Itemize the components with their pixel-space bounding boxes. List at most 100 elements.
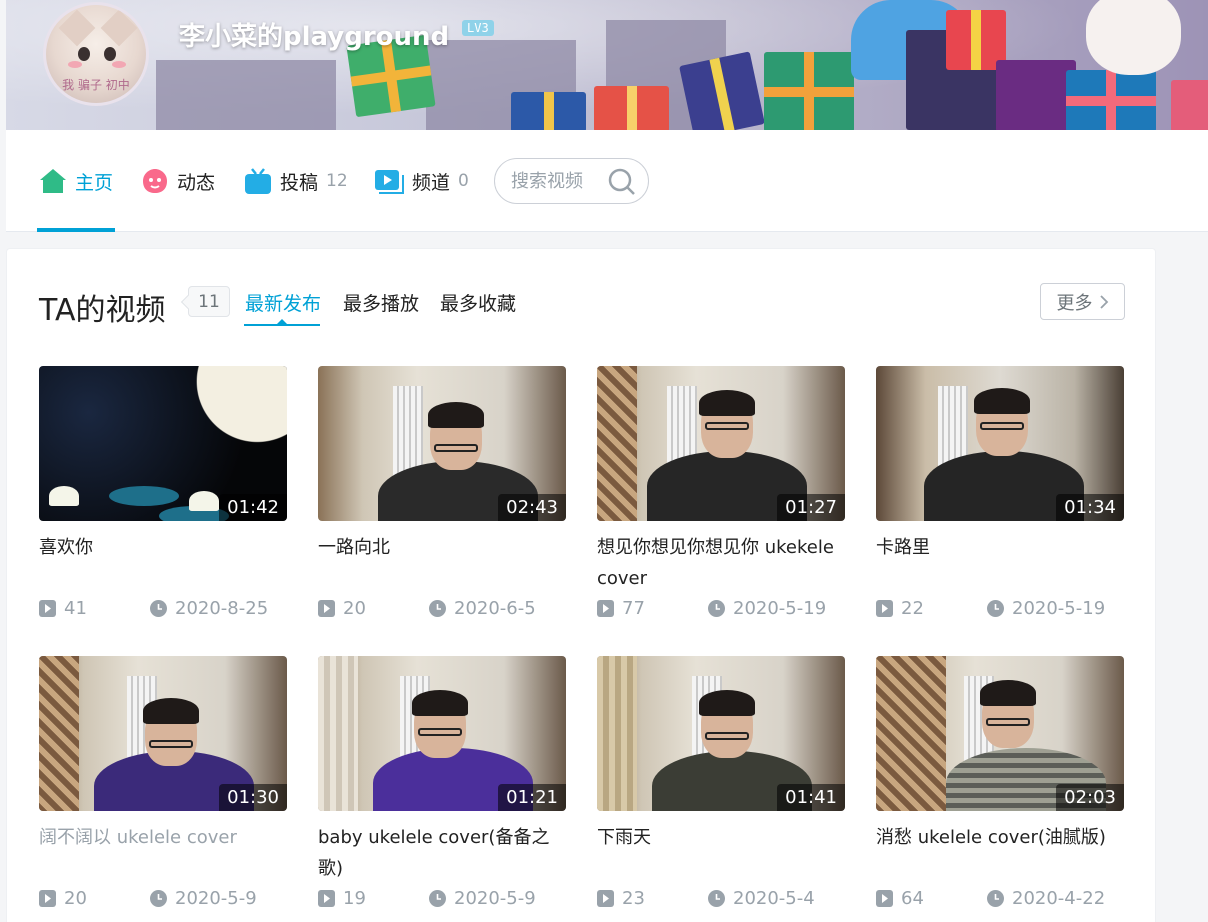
- chevron-right-icon: [1099, 294, 1108, 309]
- play-count-icon: [876, 600, 893, 617]
- profile-banner: 我 骗子 初中 李小菜的playground LV3: [6, 0, 1208, 130]
- avatar-blush: [68, 61, 82, 68]
- publish-date-value: 2020-5-9: [175, 888, 257, 909]
- videos-count-badge: 11: [188, 286, 230, 317]
- video-duration: 01:42: [219, 494, 287, 521]
- tab-submissions[interactable]: 投稿 12: [244, 166, 348, 196]
- video-title[interactable]: 一路向北: [318, 532, 570, 563]
- video-title[interactable]: 消愁 ukelele cover(油腻版): [876, 822, 1128, 853]
- thumbnail-curtain: [39, 656, 79, 811]
- thumbnail-person: [699, 390, 755, 416]
- publish-date: 2020-6-5: [429, 598, 536, 619]
- tab-channels-count: 0: [458, 171, 469, 191]
- video-title[interactable]: 想见你想见你想见你 ukekele cover: [597, 532, 849, 594]
- video-search: [494, 158, 649, 204]
- tv-icon: [245, 168, 271, 194]
- video-title[interactable]: baby ukelele cover(备备之歌): [318, 822, 570, 884]
- username: 李小菜的playground: [179, 22, 450, 52]
- video-card[interactable]: 01:41 下雨天 23 2020-5-4: [597, 656, 846, 922]
- video-card[interactable]: 01:21 baby ukelele cover(备备之歌) 19 2020-5…: [318, 656, 567, 922]
- video-meta: 22 2020-5-19: [876, 598, 1126, 619]
- video-thumbnail[interactable]: 01:42: [39, 366, 287, 521]
- video-title[interactable]: 阔不阔以 ukelele cover: [39, 822, 291, 853]
- thumbnail-lotus: [49, 486, 79, 506]
- play-count: 19: [318, 888, 429, 909]
- publish-date: 2020-5-9: [429, 888, 536, 909]
- video-card[interactable]: 02:43 一路向北 20 2020-6-5: [318, 366, 567, 656]
- publish-date: 2020-5-9: [150, 888, 257, 909]
- tab-channels[interactable]: 频道 0: [374, 166, 469, 196]
- profile-nav: 主页 动态 投稿 12 频道 0: [6, 130, 1208, 232]
- video-title[interactable]: 喜欢你: [39, 532, 291, 563]
- tab-dynamic-label: 动态: [177, 171, 216, 194]
- sort-most-played[interactable]: 最多播放: [343, 289, 419, 316]
- clock-icon: [987, 890, 1004, 907]
- publish-date: 2020-5-19: [708, 598, 826, 619]
- banner-gift: [1066, 70, 1156, 130]
- clock-icon: [708, 600, 725, 617]
- avatar-caption: 我 骗子 初中: [62, 78, 130, 92]
- video-meta: 20 2020-5-9: [39, 888, 289, 909]
- video-title[interactable]: 卡路里: [876, 532, 1128, 563]
- video-duration: 02:43: [498, 494, 566, 521]
- home-icon: [40, 169, 66, 193]
- sort-most-favorited[interactable]: 最多收藏: [440, 289, 516, 316]
- video-duration: 01:27: [777, 494, 845, 521]
- banner-gift: [996, 60, 1076, 130]
- sort-latest[interactable]: 最新发布: [245, 289, 321, 316]
- video-card[interactable]: 02:03 消愁 ukelele cover(油腻版) 64 2020-4-22: [876, 656, 1125, 922]
- play-count-icon: [597, 890, 614, 907]
- play-count-icon: [318, 600, 335, 617]
- video-thumbnail[interactable]: 02:43: [318, 366, 566, 521]
- thumbnail-leaf: [109, 486, 179, 506]
- thumbnail-person: [699, 690, 755, 716]
- tab-home[interactable]: 主页: [39, 166, 113, 196]
- search-icon[interactable]: [608, 168, 636, 196]
- video-meta: 19 2020-5-9: [318, 888, 568, 909]
- publish-date: 2020-4-22: [987, 888, 1105, 909]
- play-count: 20: [318, 598, 429, 619]
- avatar[interactable]: 我 骗子 初中: [43, 2, 149, 106]
- play-count: 41: [39, 598, 150, 619]
- video-thumbnail[interactable]: 01:34: [876, 366, 1124, 521]
- video-thumbnail[interactable]: 01:27: [597, 366, 845, 521]
- avatar-eye: [104, 47, 116, 61]
- video-card[interactable]: 01:30 阔不阔以 ukelele cover 20 2020-5-9: [39, 656, 288, 922]
- video-thumbnail[interactable]: 02:03: [876, 656, 1124, 811]
- active-tab-indicator: [37, 228, 115, 232]
- video-card[interactable]: 01:42 喜欢你 41 2020-8-25: [39, 366, 288, 656]
- publish-date: 2020-8-25: [150, 598, 268, 619]
- clock-icon: [429, 600, 446, 617]
- video-title[interactable]: 下雨天: [597, 822, 849, 853]
- thumbnail-curtain: [318, 656, 358, 811]
- play-count: 77: [597, 598, 708, 619]
- play-count-value: 64: [901, 888, 924, 909]
- publish-date: 2020-5-19: [987, 598, 1105, 619]
- video-meta: 23 2020-5-4: [597, 888, 847, 909]
- banner-building: [156, 60, 336, 130]
- clock-icon: [708, 890, 725, 907]
- more-label: 更多: [1056, 292, 1093, 314]
- publish-date-value: 2020-6-5: [454, 598, 536, 619]
- video-duration: 01:30: [219, 784, 287, 811]
- more-button[interactable]: 更多: [1040, 283, 1125, 320]
- thumbnail-curtain: [597, 656, 637, 811]
- clock-icon: [987, 600, 1004, 617]
- video-thumbnail[interactable]: 01:21: [318, 656, 566, 811]
- publish-date-value: 2020-5-19: [1012, 598, 1106, 619]
- thumbnail-person: [980, 422, 1024, 430]
- video-card[interactable]: 01:34 卡路里 22 2020-5-19: [876, 366, 1125, 656]
- tab-dynamic[interactable]: 动态: [141, 166, 215, 196]
- search-input[interactable]: [511, 170, 607, 192]
- level-badge: LV3: [462, 20, 494, 36]
- video-card[interactable]: 01:27 想见你想见你想见你 ukekele cover 77 2020-5-…: [597, 366, 846, 656]
- play-count-value: 20: [343, 598, 366, 619]
- video-thumbnail[interactable]: 01:41: [597, 656, 845, 811]
- video-thumbnail[interactable]: 01:30: [39, 656, 287, 811]
- play-count-icon: [597, 600, 614, 617]
- play-count-value: 77: [622, 598, 645, 619]
- play-count-icon: [39, 890, 56, 907]
- play-count: 64: [876, 888, 987, 909]
- sort-indicator: [244, 324, 320, 326]
- thumbnail-person: [428, 402, 484, 428]
